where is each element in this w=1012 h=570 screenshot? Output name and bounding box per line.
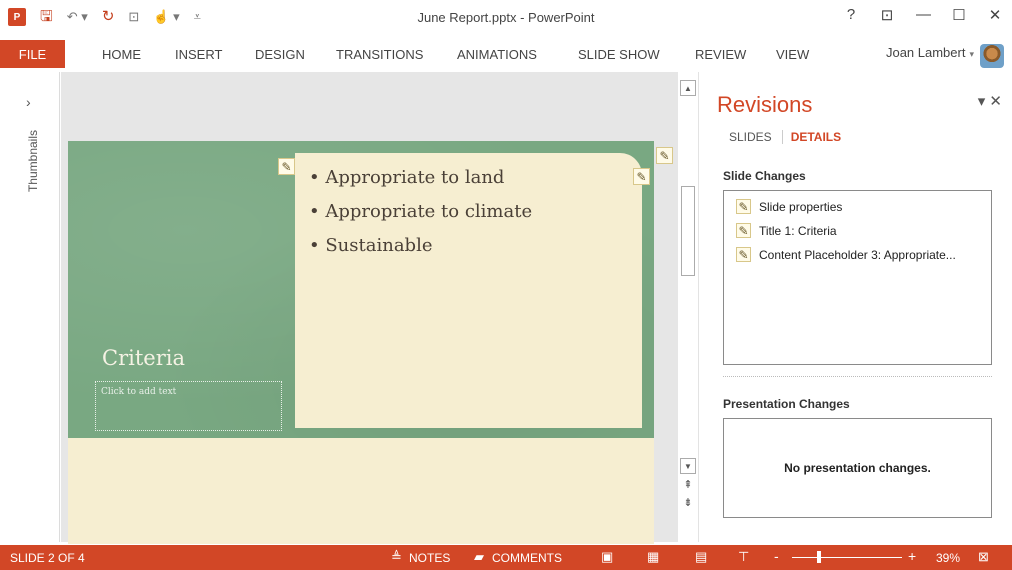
thumbnails-pane-collapsed[interactable]: › Thumbnails [0,72,60,542]
close-pane-icon[interactable]: ✕ [989,93,1002,110]
comments-icon[interactable]: ▰ [474,549,484,565]
divider [723,376,992,377]
slide-indicator[interactable]: SLIDE 2 OF 4 [10,551,85,565]
list-item[interactable]: ✎ Slide properties [736,199,842,214]
user-account[interactable]: Joan Lambert ▾ [886,45,974,60]
reading-view-icon[interactable]: ▤ [695,549,707,565]
tab-review[interactable]: REVIEW [695,47,746,62]
slide-show-icon[interactable]: ⊤ [738,549,749,565]
tab-design[interactable]: DESIGN [255,47,305,62]
empty-message: No presentation changes. [784,461,931,475]
scroll-down-icon[interactable]: ▼ [680,458,696,474]
change-label: Content Placeholder 3: Appropriate... [759,247,956,262]
notes-button[interactable]: NOTES [409,551,450,565]
next-slide-icon[interactable]: ⇟ [681,496,695,509]
thumbnails-label: Thumbnails [26,130,40,193]
change-label: Slide properties [759,199,843,214]
tab-animations[interactable]: ANIMATIONS [457,47,537,62]
avatar[interactable] [980,44,1004,68]
list-item[interactable]: ✎ Title 1: Criteria [736,223,837,238]
change-marker-icon: ✎ [736,247,751,262]
slide-canvas[interactable]: • Appropriate to land • Appropriate to c… [68,141,673,544]
status-bar: SLIDE 2 OF 4 ≜ NOTES ▰ COMMENTS ▣ ▦ ▤ ⊤ … [0,545,1012,570]
window-controls: ? ⊡ — ☐ ✕ [844,6,1002,24]
change-marker-icon[interactable]: ✎ [633,168,650,185]
scroll-thumb[interactable] [681,186,695,276]
pane-tabs: SLIDES DETAILS [729,130,851,144]
bullet-item: • Appropriate to climate [309,201,533,222]
zoom-level[interactable]: 39% [936,551,960,565]
ribbon-display-options-icon[interactable]: ⊡ [880,6,894,24]
presentation-changes-list[interactable]: No presentation changes. [723,418,992,518]
change-marker-icon: ✎ [736,223,751,238]
tab-home[interactable]: HOME [102,47,141,62]
zoom-slider[interactable] [792,557,902,558]
tab-file[interactable]: FILE [0,40,65,68]
bullet-item: • Sustainable [309,235,433,256]
user-name: Joan Lambert [885,45,966,60]
help-icon[interactable]: ? [844,6,858,24]
ribbon-tabs: FILE HOME INSERT DESIGN TRANSITIONS ANIM… [0,36,1012,72]
vertical-scrollbar[interactable]: ▲ ▼ ⇞ ⇟ [678,72,698,542]
pane-title: Revisions [717,92,813,117]
tab-view[interactable]: VIEW [776,47,809,62]
change-marker-icon: ✎ [736,199,751,214]
zoom-in-button[interactable]: + [908,548,916,564]
slide-changes-list[interactable]: ✎ Slide properties ✎ Title 1: Criteria ✎… [723,190,992,365]
tab-details[interactable]: DETAILS [781,130,851,144]
subtitle-placeholder[interactable]: Click to add text [95,381,282,431]
slide-title[interactable]: Criteria [102,346,185,370]
chevron-down-icon: ▾ [969,49,974,59]
minimize-icon[interactable]: — [916,6,931,24]
revisions-pane: Revisions ▾ ✕ SLIDES DETAILS Slide Chang… [698,72,1012,542]
slide-editor: • Appropriate to land • Appropriate to c… [61,72,678,544]
slide-changes-heading: Slide Changes [723,169,806,183]
close-icon[interactable]: ✕ [988,6,1002,24]
normal-view-icon[interactable]: ▣ [601,549,613,565]
comments-button[interactable]: COMMENTS [492,551,562,565]
list-item[interactable]: ✎ Content Placeholder 3: Appropriate... [736,247,956,262]
pane-options-icon[interactable]: ▾ [978,93,986,110]
change-label: Title 1: Criteria [759,223,837,238]
tab-slides[interactable]: SLIDES [729,130,782,144]
placeholder-text: Click to add text [101,387,177,397]
presentation-changes-heading: Presentation Changes [723,397,850,411]
zoom-slider-handle[interactable] [817,551,821,563]
slide-sorter-icon[interactable]: ▦ [647,549,659,565]
zoom-out-button[interactable]: - [774,548,779,564]
previous-slide-icon[interactable]: ⇞ [681,478,695,491]
tab-insert[interactable]: INSERT [175,47,222,62]
notes-icon[interactable]: ≜ [391,549,402,565]
pane-controls: ▾ ✕ [978,92,1002,110]
tab-slide-show[interactable]: SLIDE SHOW [578,47,660,62]
tab-transitions[interactable]: TRANSITIONS [336,47,423,62]
content-placeholder[interactable]: • Appropriate to land • Appropriate to c… [295,153,642,428]
chevron-right-icon[interactable]: › [26,94,31,110]
bullet-item: • Appropriate to land [309,167,505,188]
change-marker-icon[interactable]: ✎ [278,158,295,175]
scroll-up-icon[interactable]: ▲ [680,80,696,96]
change-marker-icon[interactable]: ✎ [656,147,673,164]
maximize-icon[interactable]: ☐ [952,6,966,24]
title-bar: P 🖫 ↶ ▾ ↻ ⊡ ☝ ▾ ⩡ June Report.pptx - Pow… [0,0,1012,36]
fit-slide-icon[interactable]: ⊠ [978,549,989,565]
